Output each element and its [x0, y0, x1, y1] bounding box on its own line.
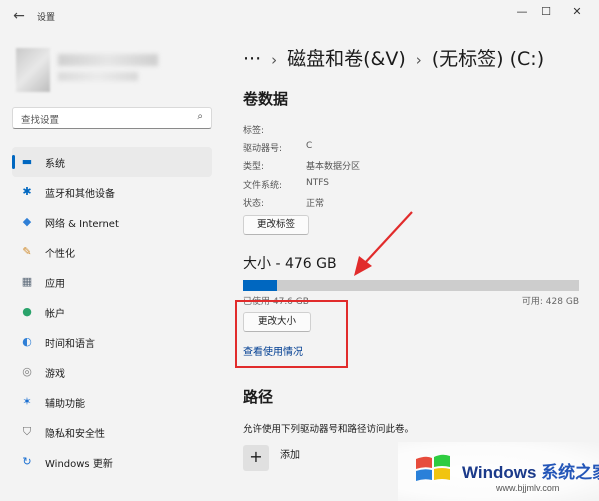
row-key: 类型: [243, 162, 265, 172]
plus-icon: + [249, 447, 263, 466]
free-space-label: 可用: 428 GB [521, 297, 579, 307]
sidebar-nav: ▬ 系统 ✱ 蓝牙和其他设备 ◆ 网络 & Internet ✎ 个性化 ▦ 应用 ● 帐户 ◐ 时间和语… [12, 147, 212, 477]
row-key: 状态: [243, 199, 265, 209]
sidebar-item[interactable]: ✎ 个性化 [12, 237, 212, 267]
sidebar-item-label: 辅助功能 [45, 399, 85, 410]
search-icon[interactable]: ⌕ [197, 111, 203, 122]
watermark: Windows 系统之家 www.bjjmlv.com [398, 442, 599, 501]
path-description: 允许使用下列驱动器号和路径访问此卷。 [243, 424, 415, 435]
gamepad-icon: ◎ [22, 365, 32, 378]
bluetooth-icon: ✱ [22, 185, 32, 198]
close-button[interactable]: ✕ [564, 4, 590, 20]
sidebar-item[interactable]: ✱ 蓝牙和其他设备 [12, 177, 212, 207]
row-key: 驱动器号: [243, 144, 283, 154]
back-arrow-icon[interactable]: ← [8, 6, 30, 26]
sidebar-item[interactable]: ◐ 时间和语言 [12, 327, 212, 357]
breadcrumb-parent[interactable]: 磁盘和卷(&V) [287, 48, 406, 70]
sidebar-item[interactable]: ✶ 辅助功能 [12, 387, 212, 417]
breadcrumb: ··· › 磁盘和卷(&V) › (无标签) (C:) [243, 44, 544, 71]
breadcrumb-separator: › [271, 51, 278, 69]
sidebar-item-label: 网络 & Internet [45, 219, 119, 230]
add-path-button[interactable]: + [243, 445, 269, 471]
apps-icon: ▦ [21, 275, 33, 288]
active-indicator [12, 155, 15, 169]
volume-row-type: 类型: 基本数据分区 [243, 159, 573, 173]
wifi-icon: ◆ [22, 215, 32, 228]
add-path-label[interactable]: 添加 [280, 446, 300, 461]
account-icon: ● [22, 305, 32, 318]
brush-icon: ✎ [22, 245, 32, 258]
row-value: NTFS [306, 178, 329, 188]
volume-row-drive-letter: 驱动器号: C [243, 141, 573, 155]
title-bar: ← 设置 — ☐ ✕ [0, 0, 599, 32]
sidebar-item[interactable]: ▬ 系统 [12, 147, 212, 177]
monitor-icon: ▬ [21, 155, 33, 168]
row-value: C [306, 141, 313, 151]
breadcrumb-separator: › [415, 51, 422, 69]
update-icon: ↻ [22, 455, 32, 468]
size-heading: 大小 - 476 GB [243, 256, 337, 272]
watermark-title-en: Windows [462, 463, 537, 482]
disk-usage-fill [243, 280, 277, 291]
sidebar-item[interactable]: ◎ 游戏 [12, 357, 212, 387]
path-heading: 路径 [243, 388, 274, 406]
sidebar-item[interactable]: ⛉ 隐私和安全性 [12, 417, 212, 447]
sidebar-item-label: 帐户 [45, 309, 65, 320]
app-title: 设置 [37, 13, 56, 23]
sidebar-item-label: 系统 [45, 159, 65, 170]
sidebar-item-label: 隐私和安全性 [45, 429, 105, 440]
sidebar-item[interactable]: ● 帐户 [12, 297, 212, 327]
sidebar-item[interactable]: ◆ 网络 & Internet [12, 207, 212, 237]
blurred-username [58, 54, 158, 66]
volume-data-heading: 卷数据 [243, 90, 289, 108]
blurred-email [58, 72, 138, 81]
breadcrumb-current: (无标签) (C:) [431, 48, 545, 70]
sidebar-item-label: 游戏 [45, 369, 65, 380]
volume-row-label: 标签: [243, 123, 573, 137]
sidebar: 查找设置 ⌕ ▬ 系统 ✱ 蓝牙和其他设备 ◆ 网络 & Internet ✎ 个性化 ▦ 应用 ●… [0, 32, 225, 501]
watermark-title-cn: 系统之家 [541, 463, 599, 482]
shield-icon: ⛉ [22, 425, 32, 438]
breadcrumb-more-button[interactable]: ··· [243, 48, 261, 70]
clock-globe-icon: ◐ [22, 335, 32, 348]
sidebar-item-label: 个性化 [45, 249, 75, 260]
sidebar-item[interactable]: ↻ Windows 更新 [12, 447, 212, 477]
annotation-highlight-box [235, 300, 348, 368]
row-value: 基本数据分区 [306, 162, 361, 172]
search-placeholder: 查找设置 [21, 115, 60, 126]
sidebar-item-label: Windows 更新 [45, 459, 113, 470]
disk-usage-bar [243, 280, 579, 291]
watermark-url: www.bjjmlv.com [496, 483, 560, 493]
row-key: 文件系统: [243, 181, 283, 191]
change-label-button[interactable]: 更改标签 [243, 215, 309, 235]
row-key: 标签: [243, 126, 265, 136]
volume-row-file-system: 文件系统: NTFS [243, 178, 573, 192]
watermark-title: Windows 系统之家 [462, 458, 599, 483]
minimize-button[interactable]: — [509, 4, 535, 20]
sidebar-item-label: 应用 [45, 279, 65, 290]
sidebar-item-label: 蓝牙和其他设备 [45, 189, 115, 200]
windows-logo-icon [416, 454, 450, 481]
sidebar-item-label: 时间和语言 [45, 339, 95, 350]
annotation-arrow-icon [354, 211, 413, 276]
accessibility-icon: ✶ [22, 395, 32, 408]
maximize-button[interactable]: ☐ [533, 4, 559, 20]
row-value: 正常 [306, 199, 325, 209]
search-input[interactable]: 查找设置 ⌕ [12, 107, 212, 129]
avatar[interactable] [16, 48, 50, 92]
sidebar-item[interactable]: ▦ 应用 [12, 267, 212, 297]
